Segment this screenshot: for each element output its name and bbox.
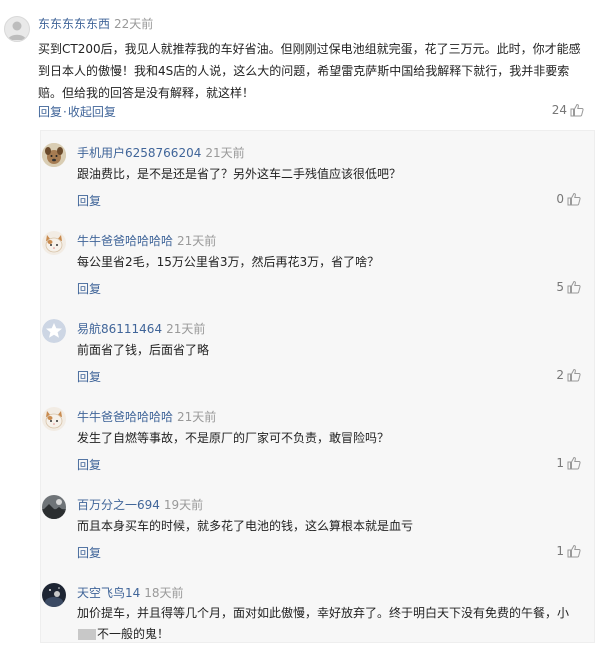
timestamp: 21天前 xyxy=(166,322,206,336)
username-link[interactable]: 百万分之一694 xyxy=(77,498,160,512)
reply-text: 发生了自燃等事故，不是原厂的厂家可不负责，敢冒险吗？ xyxy=(77,431,390,445)
reply-header: 天空飞鸟14 18天前 xyxy=(77,583,184,602)
like-button[interactable]: 1 xyxy=(556,544,581,558)
like-button[interactable]: 1 xyxy=(556,456,581,470)
like-button[interactable]: 24 xyxy=(552,103,584,117)
thumbs-up-icon xyxy=(567,368,581,382)
thumbs-up-icon xyxy=(567,544,581,558)
reply-button[interactable]: 回复 xyxy=(77,192,101,209)
username-link[interactable]: 易航86111464 xyxy=(77,322,162,336)
timestamp: 19天前 xyxy=(163,498,204,512)
landscape-avatar-icon[interactable] xyxy=(42,495,66,519)
reply-header: 百万分之一694 19天前 xyxy=(77,495,203,514)
timestamp: 22天前 xyxy=(114,17,154,31)
redacted-mosaic xyxy=(78,629,96,640)
timestamp: 18天前 xyxy=(144,586,184,600)
star-avatar-icon[interactable] xyxy=(42,319,66,343)
reply-text: 而且本身买车的时候，就多花了电池的钱，这么算根本就是血亏 xyxy=(77,519,414,533)
like-button[interactable]: 0 xyxy=(556,192,581,206)
reply-text-part: 不一般的鬼！ xyxy=(97,627,170,641)
username-link[interactable]: 牛牛爸爸哈哈哈哈 xyxy=(77,234,173,248)
reply-text: 跟油费比，是不是还是省了？另外这车二手残值应该很低吧？ xyxy=(77,167,402,181)
like-button[interactable]: 5 xyxy=(556,280,581,294)
reply-button[interactable]: 回复 xyxy=(77,280,101,297)
collapse-replies-button[interactable]: 收起回复 xyxy=(68,105,116,119)
thumbs-up-icon xyxy=(567,192,581,206)
reply-text: 每公里省2毛，15万公里省3万，然后再花3万，省了啥？ xyxy=(77,255,380,269)
like-count: 0 xyxy=(556,192,564,206)
like-count: 1 xyxy=(556,456,564,470)
like-count: 5 xyxy=(556,280,564,294)
username-link[interactable]: 天空飞鸟14 xyxy=(77,586,140,600)
reply-button[interactable]: 回复 xyxy=(77,544,101,561)
reply-header: 牛牛爸爸哈哈哈哈 21天前 xyxy=(77,407,216,426)
thumbs-up-icon xyxy=(567,456,581,470)
replies-list: 手机用户6258766204 21天前 跟油费比，是不是还是省了？另外这车二手残值… xyxy=(40,130,595,643)
thumbs-up-icon xyxy=(567,280,581,294)
timestamp: 21天前 xyxy=(205,146,245,160)
username-link[interactable]: 牛牛爸爸哈哈哈哈 xyxy=(77,410,173,424)
reply-header: 易航86111464 21天前 xyxy=(77,319,205,338)
cat-avatar-icon[interactable] xyxy=(42,407,66,431)
reply-button[interactable]: 回复 xyxy=(77,456,101,473)
like-button[interactable]: 2 xyxy=(556,368,581,382)
username-link[interactable]: 东东东东东西 xyxy=(38,17,110,31)
reply-text: 加价提车，并且得等几个月，面对如此傲慢，幸好放弃了。终于明白天下没有免费的午餐，… xyxy=(77,603,587,645)
reply-text-part: 加价提车，并且得等几个月，面对如此傲慢，幸好放弃了。终于明白天下没有免费的午餐，… xyxy=(77,606,570,620)
reply-header: 牛牛爸爸哈哈哈哈 21天前 xyxy=(77,231,216,250)
like-count: 24 xyxy=(551,103,567,117)
comment-text: 买到CT200后，我见人就推荐我的车好省油。但刚刚过保电池组就完蛋，花了三万元。… xyxy=(38,42,581,100)
cat-avatar-icon[interactable] xyxy=(42,231,66,255)
night-avatar-icon[interactable] xyxy=(42,583,66,607)
like-count: 1 xyxy=(556,544,564,558)
timestamp: 21天前 xyxy=(177,234,217,248)
like-count: 2 xyxy=(556,368,564,382)
comment-actions: 回复·收起回复 xyxy=(38,103,116,120)
reply-button[interactable]: 回复 xyxy=(38,105,62,119)
comment-header: 东东东东东西 22天前 xyxy=(38,14,153,33)
timestamp: 21天前 xyxy=(177,410,217,424)
reply-text: 前面省了钱，后面省了略 xyxy=(77,343,210,357)
reply-header: 手机用户6258766204 21天前 xyxy=(77,143,245,162)
dog-avatar-icon[interactable] xyxy=(42,143,66,167)
default-avatar-icon[interactable] xyxy=(4,16,30,42)
separator: · xyxy=(63,105,67,119)
reply-button[interactable]: 回复 xyxy=(77,368,101,385)
username-link[interactable]: 手机用户6258766204 xyxy=(77,146,201,160)
thumbs-up-icon xyxy=(570,103,584,117)
